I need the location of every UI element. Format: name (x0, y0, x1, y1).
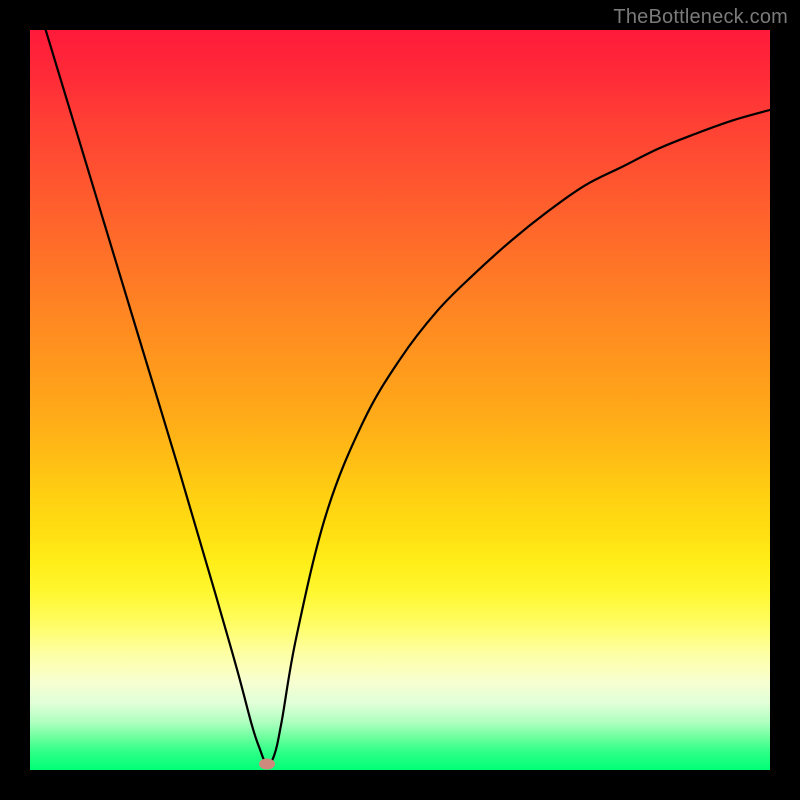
chart-frame: TheBottleneck.com (0, 0, 800, 800)
plot-area (30, 30, 770, 770)
bottleneck-curve (30, 30, 770, 770)
watermark-text: TheBottleneck.com (613, 6, 788, 29)
optimum-marker (259, 759, 275, 770)
